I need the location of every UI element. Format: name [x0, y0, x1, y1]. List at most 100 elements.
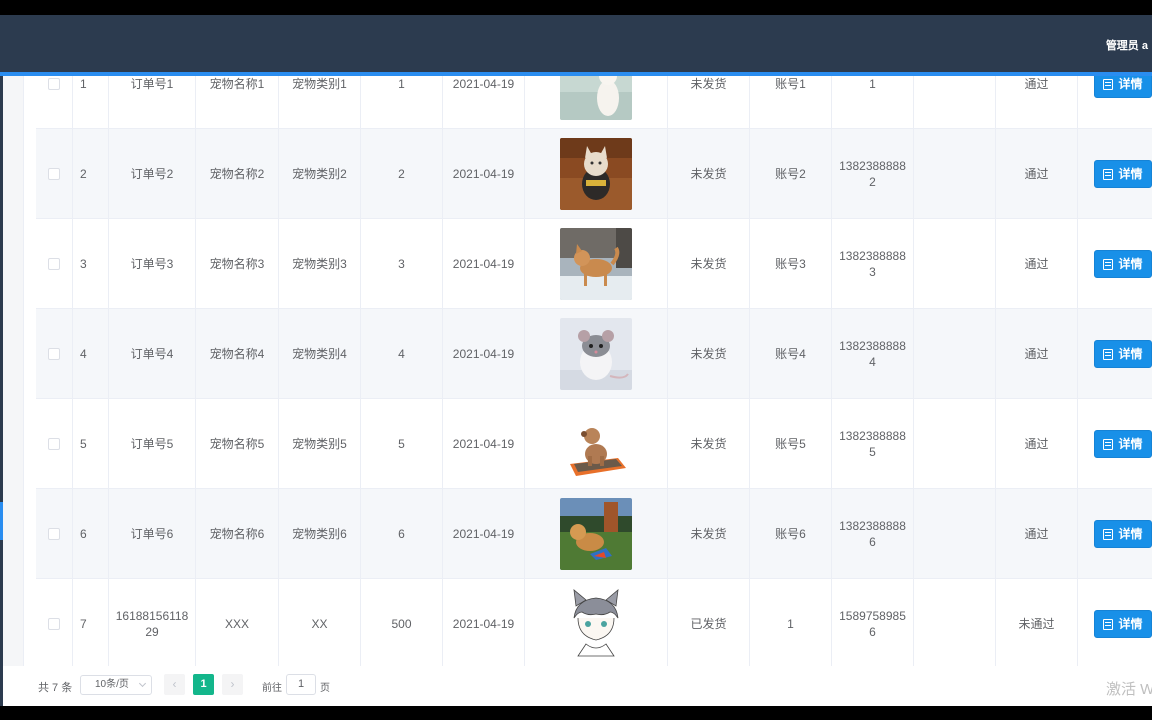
review-status: 通过: [996, 129, 1078, 219]
table-row: 5 订单号5 宠物名称5 宠物类别5 5 2021-04-19 未发货 账号5 …: [36, 399, 1152, 489]
remark: [914, 579, 996, 669]
page-unit-label: 页: [320, 683, 330, 694]
detail-button[interactable]: 详情: [1094, 160, 1152, 188]
review-status: 通过: [996, 76, 1078, 129]
row-checkbox-cell: [36, 489, 73, 579]
pet-name: 宠物名称3: [196, 219, 279, 309]
row-index: 2: [73, 129, 109, 219]
screen-top-border: [0, 0, 1152, 15]
table-row: 6 订单号6 宠物名称6 宠物类别6 6 2021-04-19 未发货 账号6 …: [36, 489, 1152, 579]
review-status: 通过: [996, 309, 1078, 399]
page-size-value: 10条/页: [95, 679, 129, 690]
screen-bottom-border: [0, 706, 1152, 720]
quantity: 4: [361, 309, 443, 399]
order-date: 2021-04-19: [443, 219, 525, 309]
pet-name: 宠物名称1: [196, 76, 279, 129]
detail-button[interactable]: 详情: [1094, 76, 1152, 98]
detail-button[interactable]: 详情: [1094, 430, 1152, 458]
remark: [914, 309, 996, 399]
dog-on-grass-photo[interactable]: [560, 498, 632, 570]
row-checkbox[interactable]: [48, 528, 60, 540]
order-number: 订单号4: [109, 309, 196, 399]
pet-image-cell: [525, 399, 668, 489]
account: 1: [750, 579, 832, 669]
order-number: 订单号5: [109, 399, 196, 489]
page-size-select[interactable]: 10条/页: [80, 675, 152, 695]
prev-page-button[interactable]: ‹: [164, 674, 185, 695]
row-checkbox[interactable]: [48, 438, 60, 450]
next-page-button[interactable]: ›: [222, 674, 243, 695]
phone: 15897589856: [832, 579, 914, 669]
order-number: 订单号6: [109, 489, 196, 579]
operation-cell: 详情: [1078, 219, 1152, 309]
white-cat-photo[interactable]: [560, 76, 632, 120]
order-number: 订单号2: [109, 129, 196, 219]
order-number: 订单号3: [109, 219, 196, 309]
operation-cell: 详情: [1078, 76, 1152, 129]
remark: [914, 129, 996, 219]
pet-image-cell: [525, 76, 668, 129]
quantity: 500: [361, 579, 443, 669]
row-checkbox-cell: [36, 76, 73, 129]
order-date: 2021-04-19: [443, 399, 525, 489]
row-checkbox-cell: [36, 129, 73, 219]
table-row: 4 订单号4 宠物名称4 宠物类别4 4 2021-04-19 未发货 账号4 …: [36, 309, 1152, 399]
account: 账号6: [750, 489, 832, 579]
detail-button[interactable]: 详情: [1094, 610, 1152, 638]
pet-name: 宠物名称5: [196, 399, 279, 489]
windows-activation-watermark: 激活 W: [1106, 681, 1152, 698]
content-gutter: [3, 76, 24, 706]
shipping-status: 未发货: [668, 399, 750, 489]
review-status: 未通过: [996, 579, 1078, 669]
row-checkbox-cell: [36, 399, 73, 489]
row-checkbox[interactable]: [48, 168, 60, 180]
pet-name: XXX: [196, 579, 279, 669]
pet-image-cell: [525, 579, 668, 669]
shipping-status: 未发货: [668, 129, 750, 219]
shipping-status: 未发货: [668, 309, 750, 399]
row-index: 4: [73, 309, 109, 399]
row-checkbox[interactable]: [48, 348, 60, 360]
phone: 13823888885: [832, 399, 914, 489]
detail-button[interactable]: 详情: [1094, 340, 1152, 368]
phone: 13823888882: [832, 129, 914, 219]
order-date: 2021-04-19: [443, 76, 525, 129]
quantity: 6: [361, 489, 443, 579]
admin-user-label[interactable]: 管理员 a: [1106, 37, 1148, 53]
shipping-status: 未发货: [668, 489, 750, 579]
phone: 13823888886: [832, 489, 914, 579]
pet-image-cell: [525, 219, 668, 309]
pet-category: 宠物类别5: [279, 399, 361, 489]
page-number-button[interactable]: 1: [193, 674, 214, 695]
shiba-dog-snow-photo[interactable]: [560, 228, 632, 300]
remark: [914, 489, 996, 579]
row-checkbox[interactable]: [48, 618, 60, 630]
shipping-status: 已发货: [668, 579, 750, 669]
costumed-cat-photo[interactable]: [560, 138, 632, 210]
pet-name: 宠物名称2: [196, 129, 279, 219]
quantity: 2: [361, 129, 443, 219]
row-index: 6: [73, 489, 109, 579]
shipping-status: 未发货: [668, 76, 750, 129]
poodle-on-mat-photo[interactable]: [560, 408, 632, 480]
row-checkbox-cell: [36, 309, 73, 399]
document-icon: [1103, 258, 1114, 270]
top-header: 管理员 a: [0, 15, 1152, 72]
detail-button[interactable]: 详情: [1094, 520, 1152, 548]
pet-name: 宠物名称6: [196, 489, 279, 579]
rat-photo[interactable]: [560, 318, 632, 390]
table-row: 3 订单号3 宠物名称3 宠物类别3 3 2021-04-19 未发货 账号3 …: [36, 219, 1152, 309]
operation-cell: 详情: [1078, 129, 1152, 219]
goto-page-input[interactable]: 1: [286, 674, 316, 695]
row-checkbox[interactable]: [48, 258, 60, 270]
pet-category: 宠物类别6: [279, 489, 361, 579]
table-row: 7 1618815611829 XXX XX 500 2021-04-19 已发…: [36, 579, 1152, 669]
anime-cat-boy-drawing[interactable]: [560, 588, 632, 660]
row-index: 1: [73, 76, 109, 129]
remark: [914, 76, 996, 129]
row-checkbox[interactable]: [48, 78, 60, 90]
detail-button[interactable]: 详情: [1094, 250, 1152, 278]
row-index: 3: [73, 219, 109, 309]
pet-category: 宠物类别1: [279, 76, 361, 129]
operation-cell: 详情: [1078, 579, 1152, 669]
